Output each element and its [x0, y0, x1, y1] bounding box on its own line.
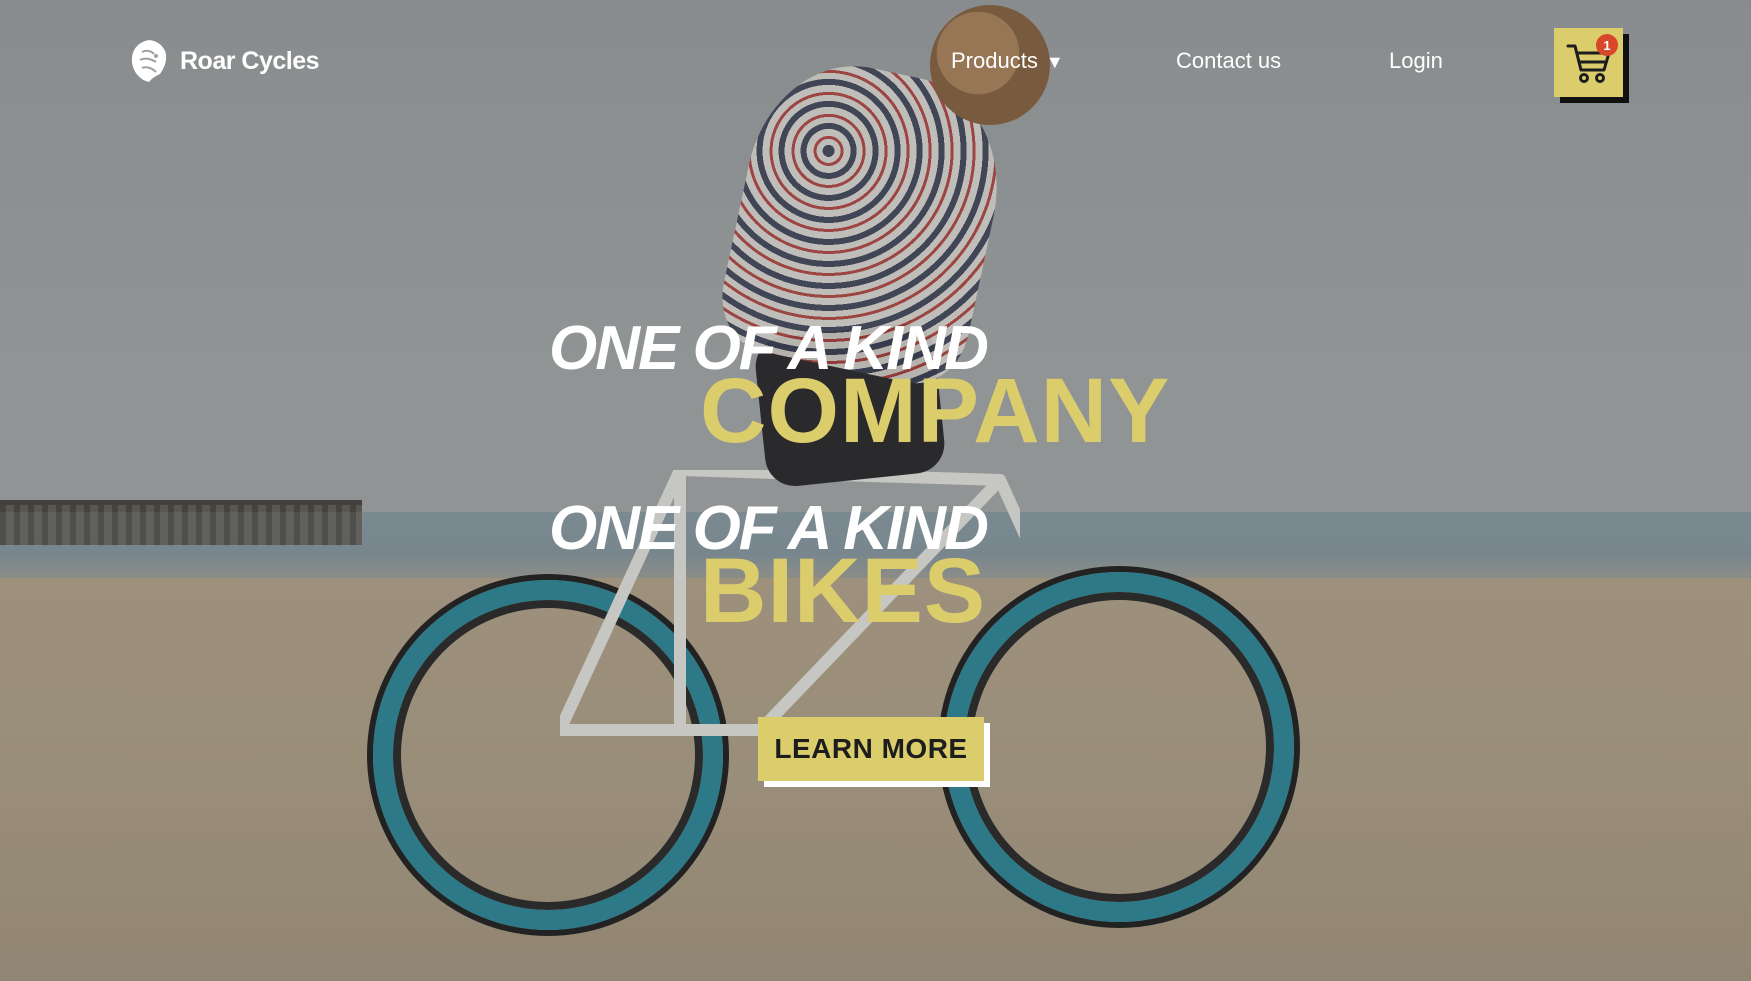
main-nav: Products ▼ Contact us Login — [0, 48, 1751, 78]
nav-products-dropdown[interactable]: Products ▼ — [951, 48, 1064, 74]
nav-products-label: Products — [951, 48, 1038, 73]
cart-button[interactable]: 1 — [1554, 28, 1623, 97]
nav-login-link[interactable]: Login — [1389, 48, 1443, 74]
cart-count-badge: 1 — [1596, 34, 1618, 56]
hero-highlight-2: BIKES — [700, 540, 987, 642]
hero-overlay — [0, 0, 1751, 981]
hero-highlight-1: COMPANY — [700, 360, 1171, 462]
nav-contact-link[interactable]: Contact us — [1176, 48, 1281, 74]
caret-down-icon: ▼ — [1045, 52, 1064, 72]
learn-more-button[interactable]: LEARN MORE — [758, 717, 984, 781]
hero-section: Roar Cycles Products ▼ Contact us Login 1… — [0, 0, 1751, 981]
